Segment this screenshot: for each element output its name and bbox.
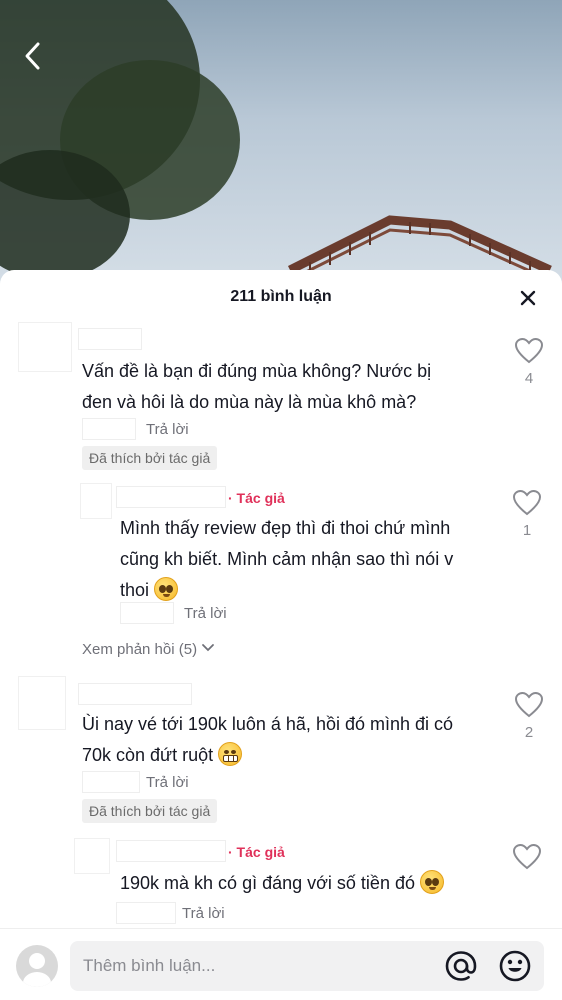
comment-line: 70k còn đứt ruột	[82, 745, 214, 765]
reply-author-avatar[interactable]	[80, 483, 112, 519]
comments-count-title: 211 bình luận	[230, 288, 332, 305]
like-count: 2	[524, 724, 534, 741]
reply-text: Mình thấy review đẹp thì đi thoi chứ mìn…	[120, 513, 453, 606]
like-button[interactable]	[512, 844, 542, 870]
user-avatar[interactable]	[16, 945, 58, 987]
heart-icon	[515, 692, 543, 718]
author-tag: · Tác giả	[228, 490, 285, 506]
heart-icon	[513, 844, 541, 870]
like-count: 4	[524, 370, 534, 387]
like-count: 1	[522, 522, 532, 539]
back-button[interactable]	[18, 38, 48, 74]
heart-icon	[513, 490, 541, 516]
reply-line: thoi	[120, 580, 150, 600]
commenter-avatar[interactable]	[18, 676, 66, 730]
close-icon	[520, 290, 536, 306]
reply-text: 190k mà kh có gì đáng với số tiền đó	[120, 868, 444, 899]
commenter-name[interactable]	[78, 328, 142, 350]
emoji-button[interactable]	[498, 949, 532, 983]
comment-text: Vấn đề là bạn đi đúng mùa không? Nước bị…	[82, 356, 431, 418]
reply-line: Mình thấy review đẹp thì đi thoi chứ mìn…	[120, 518, 451, 538]
reply-button[interactable]: Trả lời	[184, 605, 227, 622]
at-mention-icon	[445, 951, 477, 981]
reply-button[interactable]: Trả lời	[182, 905, 225, 922]
sheet-header: 211 bình luận	[0, 270, 562, 326]
timestamp	[82, 771, 140, 793]
reply-line: 190k mà kh có gì đáng với số tiền đó	[120, 873, 415, 893]
like-button[interactable]: 4	[514, 338, 544, 387]
chevron-left-icon	[25, 42, 40, 70]
video-background	[0, 0, 562, 300]
reply-author-name[interactable]	[116, 486, 226, 508]
view-replies-button[interactable]: Xem phản hồi (5)	[82, 641, 215, 658]
commenter-avatar[interactable]	[18, 322, 72, 372]
comment-input-bar	[0, 928, 562, 1000]
view-replies-label: Xem phản hồi (5)	[82, 641, 198, 658]
heart-icon	[515, 338, 543, 364]
emoji-icon	[499, 950, 531, 982]
comment-line: Ùi nay vé tới 190k luôn á hã, hồi đó mìn…	[82, 714, 454, 734]
timestamp	[120, 602, 174, 624]
timestamp	[116, 902, 176, 924]
reply-button[interactable]: Trả lời	[146, 421, 189, 438]
comment-line: đen và hôi là do mùa này là mùa khô mà?	[82, 392, 417, 412]
pleading-face-emoji	[154, 577, 179, 601]
like-button[interactable]: 1	[512, 490, 542, 539]
liked-by-author-badge: Đã thích bởi tác giả	[82, 446, 218, 470]
mention-button[interactable]	[444, 949, 478, 983]
comment-text: Ùi nay vé tới 190k luôn á hã, hồi đó mìn…	[82, 709, 453, 771]
grimacing-face-emoji	[218, 742, 243, 766]
chevron-down-icon	[202, 644, 215, 652]
comment-line: Vấn đề là bạn đi đúng mùa không? Nước bị	[82, 361, 432, 381]
reply-author-name[interactable]	[116, 840, 226, 862]
reply-line: cũng kh biết. Mình cảm nhận sao thì nói …	[120, 549, 454, 569]
reply-button[interactable]: Trả lời	[146, 774, 189, 791]
author-tag: · Tác giả	[228, 844, 285, 860]
close-button[interactable]	[516, 286, 540, 310]
like-button[interactable]: 2	[514, 692, 544, 741]
reply-author-avatar[interactable]	[74, 838, 110, 874]
timestamp	[82, 418, 136, 440]
pleading-face-emoji	[420, 870, 444, 894]
commenter-name[interactable]	[78, 683, 192, 705]
liked-by-author-badge: Đã thích bởi tác giả	[82, 799, 218, 823]
